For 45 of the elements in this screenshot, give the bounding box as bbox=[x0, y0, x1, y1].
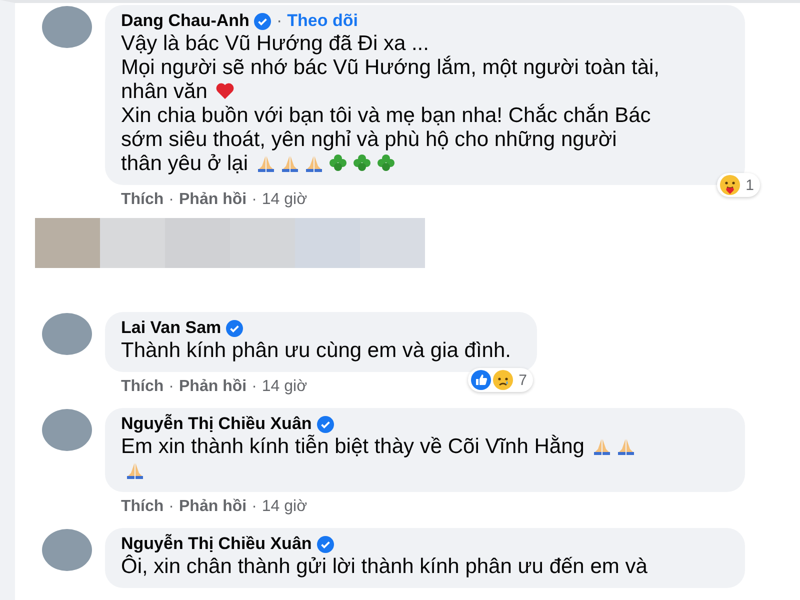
reply-link[interactable]: Phản hồi bbox=[179, 191, 247, 215]
comment-text: Ôi, xin chân thành gửi lời thành kính phân ưu đến em và bbox=[121, 555, 648, 578]
avatar-photo[interactable] bbox=[42, 313, 92, 355]
author-name[interactable]: Dang Chau-Anh bbox=[121, 11, 250, 31]
reply-link[interactable]: Phản hồi bbox=[179, 498, 247, 522]
avatar-photo[interactable] bbox=[42, 529, 92, 571]
like-link[interactable]: Thích bbox=[121, 498, 164, 522]
like-icon bbox=[470, 370, 491, 390]
comment-text: thân yêu ở lại bbox=[121, 152, 248, 175]
separator-dot: · bbox=[252, 378, 257, 397]
timestamp[interactable]: 14 giờ bbox=[262, 191, 308, 215]
separator-dot: · bbox=[252, 191, 257, 210]
comment-text: Xin chia buồn với bạn tôi và mẹ bạn nha! Chắc chắn Bác bbox=[121, 104, 651, 127]
comment-text: Vậy là bác Vũ Hướng đã Đi xa ... bbox=[121, 32, 429, 55]
clover-icon bbox=[352, 153, 372, 173]
comment-text: Thành kính phân ưu cùng em và gia đình. bbox=[121, 339, 511, 362]
follow-link[interactable]: Theo dõi bbox=[287, 11, 358, 31]
hugging-face-icon bbox=[720, 175, 740, 195]
separator-dot: · bbox=[168, 378, 174, 397]
separator-dot: · bbox=[168, 191, 174, 210]
sad-face-icon bbox=[492, 370, 513, 390]
comment-text: Em xin thành kính tiễn biệt thày về Cõi Vĩnh Hằng bbox=[121, 435, 584, 458]
reaction-badge[interactable]: 1 bbox=[716, 173, 760, 197]
separator-dot: · bbox=[168, 498, 174, 517]
comment-text: nhân văn bbox=[121, 80, 208, 103]
comment-text: Mọi người sẽ nhớ bác Vũ Hướng lắm, một người toàn tài, bbox=[121, 56, 660, 79]
separator-dot: · bbox=[276, 11, 282, 31]
reaction-badge[interactable]: 7 bbox=[468, 368, 533, 392]
avatar-photo[interactable] bbox=[42, 409, 92, 451]
comment-text: sớm siêu thoát, yên nghỉ và phù hộ cho những người bbox=[121, 128, 617, 151]
author-name[interactable]: Lai Van Sam bbox=[121, 318, 222, 338]
avatar-photo[interactable] bbox=[42, 6, 92, 48]
reaction-count: 7 bbox=[518, 372, 527, 388]
heart-icon bbox=[215, 81, 236, 101]
author-name[interactable]: Nguyễn Thị Chiều Xuân bbox=[121, 534, 312, 554]
clover-icon bbox=[376, 153, 396, 173]
clover-icon bbox=[328, 153, 348, 173]
timestamp[interactable]: 14 giờ bbox=[262, 498, 308, 522]
like-link[interactable]: Thích bbox=[121, 191, 164, 215]
reply-link[interactable]: Phản hồi bbox=[179, 378, 247, 402]
like-link[interactable]: Thích bbox=[121, 378, 164, 402]
reaction-count: 1 bbox=[746, 176, 754, 194]
separator-dot: · bbox=[252, 498, 257, 517]
author-name[interactable]: Nguyễn Thị Chiều Xuân bbox=[121, 414, 312, 434]
timestamp[interactable]: 14 giờ bbox=[262, 378, 308, 402]
